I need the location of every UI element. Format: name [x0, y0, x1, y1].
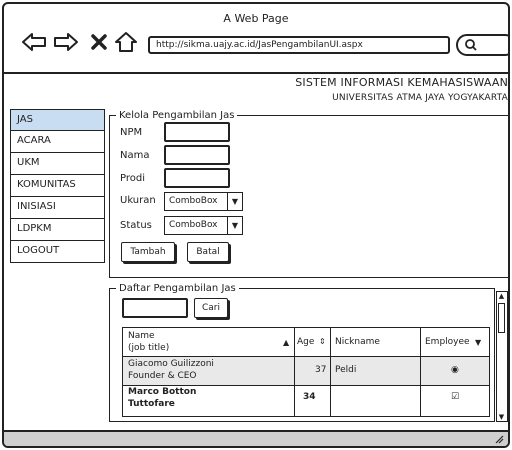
- npm-label: NPM: [120, 127, 143, 138]
- prodi-label: Prodi: [120, 173, 145, 184]
- chevron-down-icon[interactable]: ▼: [228, 192, 243, 211]
- row-2-title: Tuttofare: [128, 399, 175, 409]
- status-combobox-value: ComboBox: [164, 216, 228, 235]
- status-bar: [4, 430, 508, 446]
- forward-arrow-icon[interactable]: [52, 28, 80, 56]
- window-title: A Web Page: [223, 12, 289, 25]
- sidebar-item-acara[interactable]: ACARA: [10, 131, 105, 153]
- tambah-button[interactable]: Tambah: [121, 242, 175, 262]
- sidebar-item-logout[interactable]: LOGOUT: [10, 241, 105, 263]
- sidebar-item-ldpkm[interactable]: LDPKM: [10, 219, 105, 241]
- ukuran-combobox[interactable]: ComboBox ▼: [164, 192, 243, 211]
- system-title: SISTEM INFORMASI KEMAHASISWAAN: [295, 76, 508, 89]
- daftar-legend: Daftar Pengambilan Jas: [119, 283, 236, 294]
- close-icon[interactable]: [86, 28, 114, 56]
- vertical-scrollbar[interactable]: ▲ ▼: [496, 291, 508, 422]
- sidebar-item-komunitas[interactable]: KOMUNITAS: [10, 175, 105, 197]
- home-icon[interactable]: [112, 28, 140, 56]
- ukuran-combobox-value: ComboBox: [164, 192, 228, 211]
- batal-button[interactable]: Batal: [187, 242, 229, 262]
- name-column-header[interactable]: Name: [128, 331, 155, 342]
- row-2-name: Marco Botton: [128, 387, 197, 397]
- row-2-employee-checkbox[interactable]: ☑: [451, 392, 459, 403]
- scroll-down-icon[interactable]: ▼: [497, 413, 506, 421]
- row-1-name: Giacomo Guilizzoni: [128, 359, 214, 369]
- ukuran-label: Ukuran: [120, 195, 156, 206]
- cari-button[interactable]: Cari: [194, 298, 228, 318]
- row-2-age: 34: [303, 392, 316, 402]
- university-title: UNIVERSITAS ATMA JAYA YOGYAKARTA: [332, 93, 508, 103]
- search-icon: [465, 39, 477, 51]
- nickname-column-header[interactable]: Nickname: [335, 337, 380, 348]
- npm-field[interactable]: [164, 122, 230, 142]
- age-column-header[interactable]: Age: [297, 337, 314, 348]
- employee-column-header[interactable]: Employee: [425, 337, 470, 348]
- sidebar-item-inisiasi[interactable]: INISIASI: [10, 197, 105, 219]
- nama-label: Nama: [120, 150, 150, 161]
- address-bar[interactable]: http://sikma.uajy.ac.id/JasPengambilanUI…: [148, 36, 450, 54]
- chevron-down-icon[interactable]: ▼: [228, 216, 243, 235]
- row-1-title: Founder & CEO: [128, 371, 197, 381]
- sort-down-icon[interactable]: ▼: [475, 337, 481, 348]
- resize-grip-icon[interactable]: [494, 434, 504, 444]
- row-1-nickname: Peldi: [335, 365, 357, 375]
- sort-updown-icon[interactable]: ⇕: [319, 336, 326, 347]
- sidebar-item-jas[interactable]: JAS: [10, 109, 105, 131]
- row-1-employee-radio[interactable]: ◉: [451, 365, 459, 376]
- sidebar-item-ukm[interactable]: UKM: [10, 153, 105, 175]
- browser-search-field[interactable]: [456, 34, 508, 56]
- back-arrow-icon[interactable]: [20, 28, 48, 56]
- kelola-legend: Kelola Pengambilan Jas: [119, 110, 235, 121]
- job-title-column-subheader: (job title): [128, 343, 170, 353]
- prodi-field[interactable]: [164, 168, 230, 188]
- status-combobox[interactable]: ComboBox ▼: [164, 216, 243, 235]
- toolbar-divider: [4, 72, 508, 74]
- status-label: Status: [120, 220, 152, 231]
- daftar-table: Name (job title) ▲ Age ⇕ Nickname Employ…: [122, 327, 490, 417]
- scroll-thumb[interactable]: [498, 303, 505, 333]
- sort-up-icon[interactable]: ▲: [283, 337, 289, 348]
- nama-field[interactable]: [164, 145, 230, 165]
- daftar-search-input[interactable]: [122, 298, 188, 318]
- scroll-up-icon[interactable]: ▲: [497, 292, 506, 300]
- row-1-age: 37: [315, 365, 327, 375]
- sidebar-menu: JAS ACARA UKM KOMUNITAS INISIASI LDPKM L…: [10, 109, 105, 263]
